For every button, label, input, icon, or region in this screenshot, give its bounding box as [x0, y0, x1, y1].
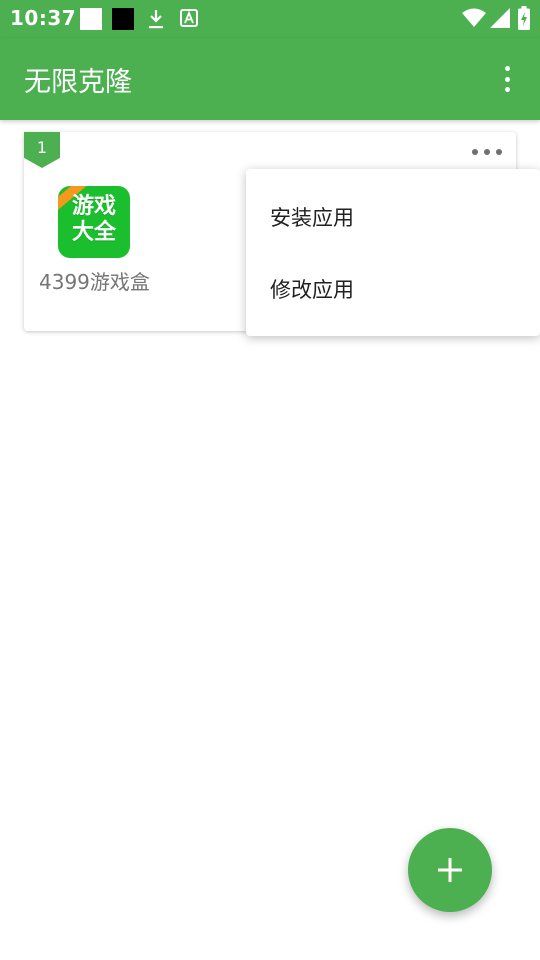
status-bar: 10:37 — [0, 0, 540, 38]
battery-charging-icon — [518, 6, 530, 34]
badge-number: 1 — [36, 138, 48, 157]
app-icon[interactable]: 游戏 大全 — [58, 186, 130, 258]
white-square-icon — [80, 8, 102, 34]
status-time: 10:37 — [10, 6, 77, 30]
popup-menu: 安装应用 修改应用 — [246, 169, 540, 336]
menu-item-modify[interactable]: 修改应用 — [246, 253, 540, 325]
more-vert-icon[interactable] — [494, 62, 520, 96]
wifi-icon — [462, 8, 486, 32]
app-icon-label: 游戏 大全 — [58, 194, 130, 246]
menu-item-install[interactable]: 安装应用 — [246, 181, 540, 253]
app-title: 无限克隆 — [24, 67, 132, 98]
screen: 10:37 无限克隆 1 游戏 大全 4399游戏盒 安装应用 修改应用 — [0, 0, 540, 960]
keyboard-a-icon — [180, 9, 198, 31]
signal-icon — [490, 8, 510, 32]
add-icon — [438, 858, 462, 882]
black-square-icon — [112, 8, 134, 34]
app-bar: 无限克隆 — [0, 38, 540, 120]
app-icon-label-line1: 游戏 — [71, 194, 116, 219]
add-button[interactable] — [408, 828, 492, 912]
more-horiz-icon[interactable] — [472, 142, 502, 162]
app-name: 4399游戏盒 — [39, 270, 150, 294]
app-icon-label-line2: 大全 — [71, 220, 116, 245]
download-icon — [147, 8, 165, 34]
